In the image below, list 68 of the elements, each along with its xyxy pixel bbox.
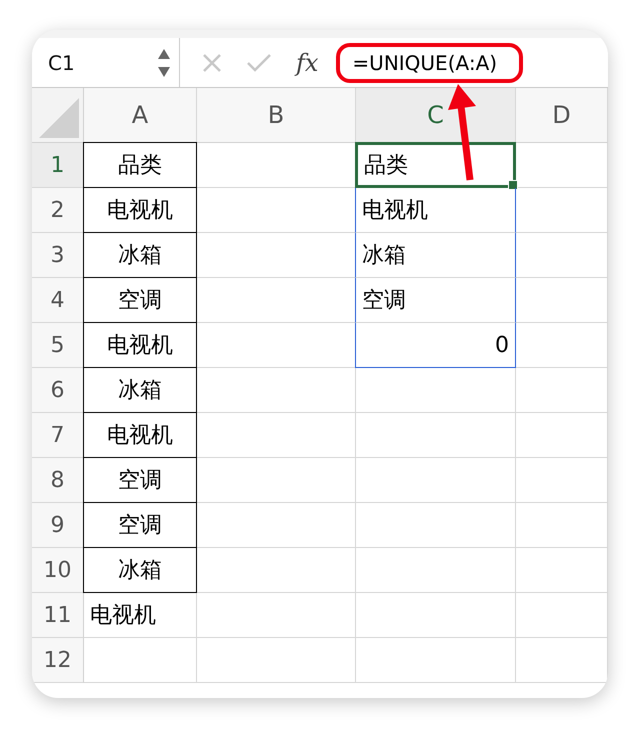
table-cell[interactable] (516, 278, 608, 323)
column-header[interactable]: C (356, 88, 516, 143)
table-cell[interactable] (197, 503, 356, 548)
row-header[interactable]: 2 (32, 188, 84, 233)
table-cell[interactable] (356, 368, 516, 413)
table-cell[interactable]: 电视机 (355, 188, 516, 233)
table-cell[interactable]: 电视机 (83, 187, 197, 233)
select-all-corner[interactable] (32, 88, 84, 143)
table-cell[interactable]: 冰箱 (83, 367, 197, 413)
function-icon[interactable]: fx (296, 48, 318, 76)
table-cell[interactable] (197, 548, 356, 593)
table-cell[interactable] (197, 368, 356, 413)
column-header[interactable]: B (197, 88, 356, 143)
table-cell[interactable]: 电视机 (84, 593, 197, 638)
row-header[interactable]: 11 (32, 593, 84, 638)
check-icon[interactable] (246, 52, 272, 72)
corner-triangle-icon (39, 98, 79, 138)
table-cell[interactable] (516, 323, 608, 368)
table-cell[interactable]: 0 (355, 323, 516, 368)
name-box[interactable]: C1 (32, 38, 180, 87)
table-cell[interactable] (516, 638, 608, 683)
table-cell[interactable] (197, 638, 356, 683)
table-cell[interactable]: 冰箱 (355, 233, 516, 278)
table-cell[interactable] (356, 413, 516, 458)
table-cell[interactable] (197, 413, 356, 458)
table-cell[interactable] (356, 503, 516, 548)
table-cell[interactable] (516, 413, 608, 458)
row-header[interactable]: 3 (32, 233, 84, 278)
table-cell[interactable]: 品类 (83, 142, 197, 188)
table-cell[interactable] (356, 593, 516, 638)
formula-field[interactable]: =UNIQUE(A:A) (336, 42, 524, 82)
table-cell[interactable]: 冰箱 (83, 547, 197, 593)
table-cell[interactable]: 空调 (355, 278, 516, 323)
row-header[interactable]: 10 (32, 548, 84, 593)
row-header[interactable]: 1 (32, 143, 84, 188)
table-cell[interactable] (516, 188, 608, 233)
row-header[interactable]: 9 (32, 503, 84, 548)
table-cell[interactable] (516, 458, 608, 503)
table-cell[interactable] (516, 548, 608, 593)
table-cell[interactable] (516, 503, 608, 548)
table-cell[interactable] (516, 143, 608, 188)
table-cell[interactable] (516, 368, 608, 413)
table-cell[interactable] (516, 233, 608, 278)
table-cell[interactable]: 冰箱 (83, 232, 197, 278)
cancel-icon[interactable] (202, 52, 222, 72)
table-cell[interactable] (356, 638, 516, 683)
table-cell[interactable] (516, 593, 608, 638)
table-cell[interactable] (197, 458, 356, 503)
row-header[interactable]: 6 (32, 368, 84, 413)
table-cell[interactable]: 空调 (83, 502, 197, 548)
column-header[interactable]: D (516, 88, 608, 143)
table-cell[interactable]: 电视机 (83, 412, 197, 458)
row-header[interactable]: 8 (32, 458, 84, 503)
fill-handle[interactable] (508, 180, 518, 190)
row-header[interactable]: 4 (32, 278, 84, 323)
column-header[interactable]: A (84, 88, 197, 143)
table-cell[interactable]: 空调 (83, 457, 197, 503)
table-cell[interactable] (197, 593, 356, 638)
table-cell[interactable] (356, 458, 516, 503)
table-cell[interactable] (356, 548, 516, 593)
table-cell[interactable]: 品类 (355, 142, 516, 188)
table-cell[interactable] (84, 638, 197, 683)
row-header[interactable]: 7 (32, 413, 84, 458)
cell-reference: C1 (48, 50, 75, 74)
table-cell[interactable]: 空调 (83, 277, 197, 323)
table-cell[interactable]: 电视机 (83, 322, 197, 368)
row-header[interactable]: 5 (32, 323, 84, 368)
row-header[interactable]: 12 (32, 638, 84, 683)
